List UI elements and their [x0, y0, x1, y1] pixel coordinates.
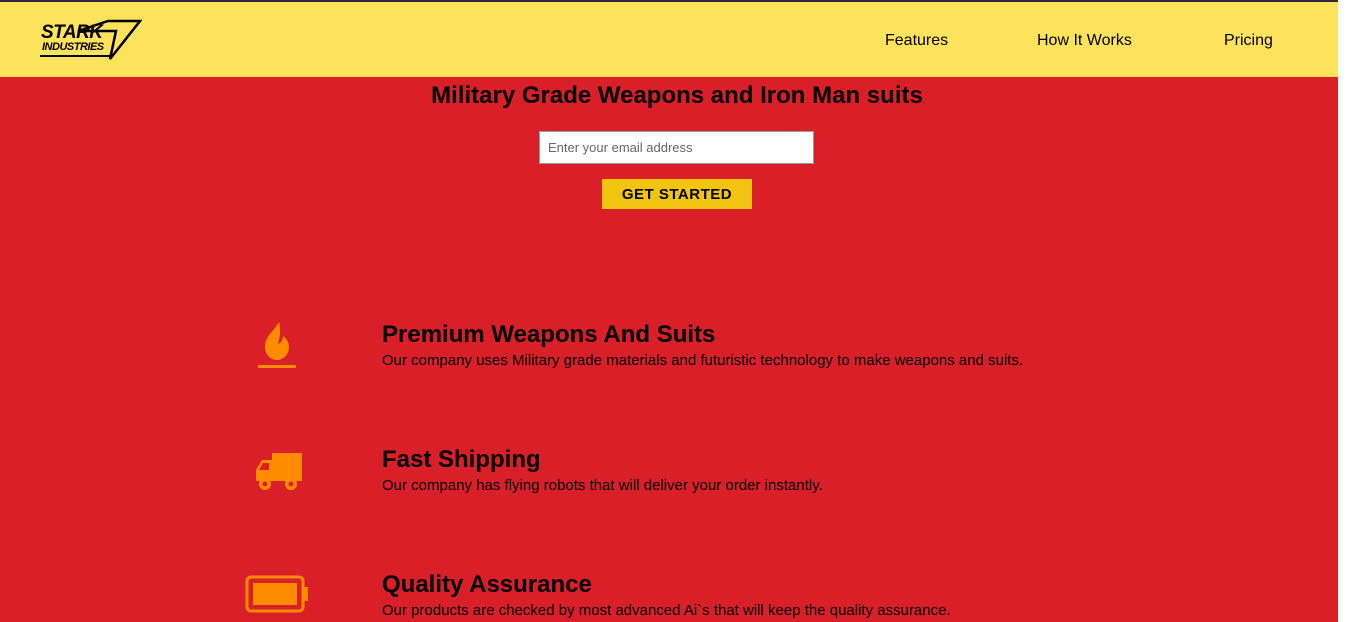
feature-title: Fast Shipping [382, 446, 541, 473]
site-header: STARK INDUSTRIES Features How It Works P… [0, 0, 1338, 77]
feature-title: Premium Weapons And Suits [382, 321, 716, 348]
feature-description: Our company uses Military grade material… [382, 352, 1024, 369]
stark-industries-logo[interactable]: STARK INDUSTRIES [38, 19, 142, 61]
truck-icon [254, 452, 304, 497]
feature-description: Our company has flying robots that will … [382, 477, 823, 494]
email-input[interactable] [539, 131, 814, 164]
nav-features-link[interactable]: Features [885, 32, 948, 50]
nav-how-it-works-link[interactable]: How It Works [1037, 32, 1132, 50]
feature-title: Quality Assurance [382, 571, 592, 598]
feature-description: Our products are checked by most advance… [382, 602, 951, 619]
logo-text-industries: INDUSTRIES [42, 41, 104, 53]
fire-icon [257, 320, 297, 375]
nav-pricing-link[interactable]: Pricing [1224, 32, 1273, 50]
battery-icon [245, 575, 309, 620]
hero-title: Military Grade Weapons and Iron Man suit… [431, 82, 923, 109]
get-started-button[interactable]: GET STARTED [602, 179, 752, 209]
